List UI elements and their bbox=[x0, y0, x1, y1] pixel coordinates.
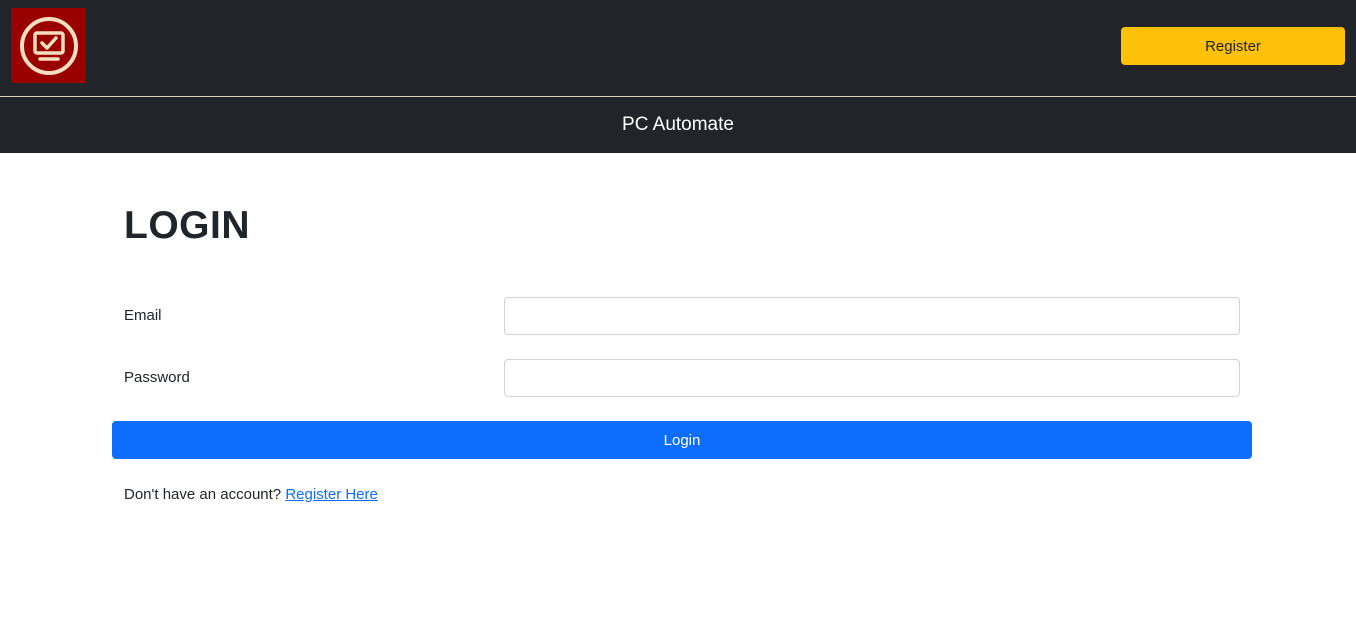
email-field[interactable] bbox=[504, 297, 1240, 335]
email-label: Email bbox=[124, 307, 162, 324]
password-field[interactable] bbox=[504, 359, 1240, 397]
page-title: LOGIN bbox=[124, 204, 250, 247]
register-here-link[interactable]: Register Here bbox=[285, 486, 378, 503]
brand-title[interactable]: PC Automate bbox=[622, 114, 734, 136]
app-logo[interactable] bbox=[11, 8, 86, 83]
brand-bar: PC Automate bbox=[0, 97, 1356, 153]
top-navbar: Register bbox=[0, 0, 1356, 96]
register-button[interactable]: Register bbox=[1121, 27, 1345, 65]
password-label: Password bbox=[124, 369, 190, 386]
signup-prompt: Don't have an account? Register Here bbox=[124, 486, 378, 503]
signup-prompt-text: Don't have an account? bbox=[124, 486, 282, 503]
login-button[interactable]: Login bbox=[112, 421, 1252, 459]
monitor-check-icon bbox=[19, 16, 78, 75]
